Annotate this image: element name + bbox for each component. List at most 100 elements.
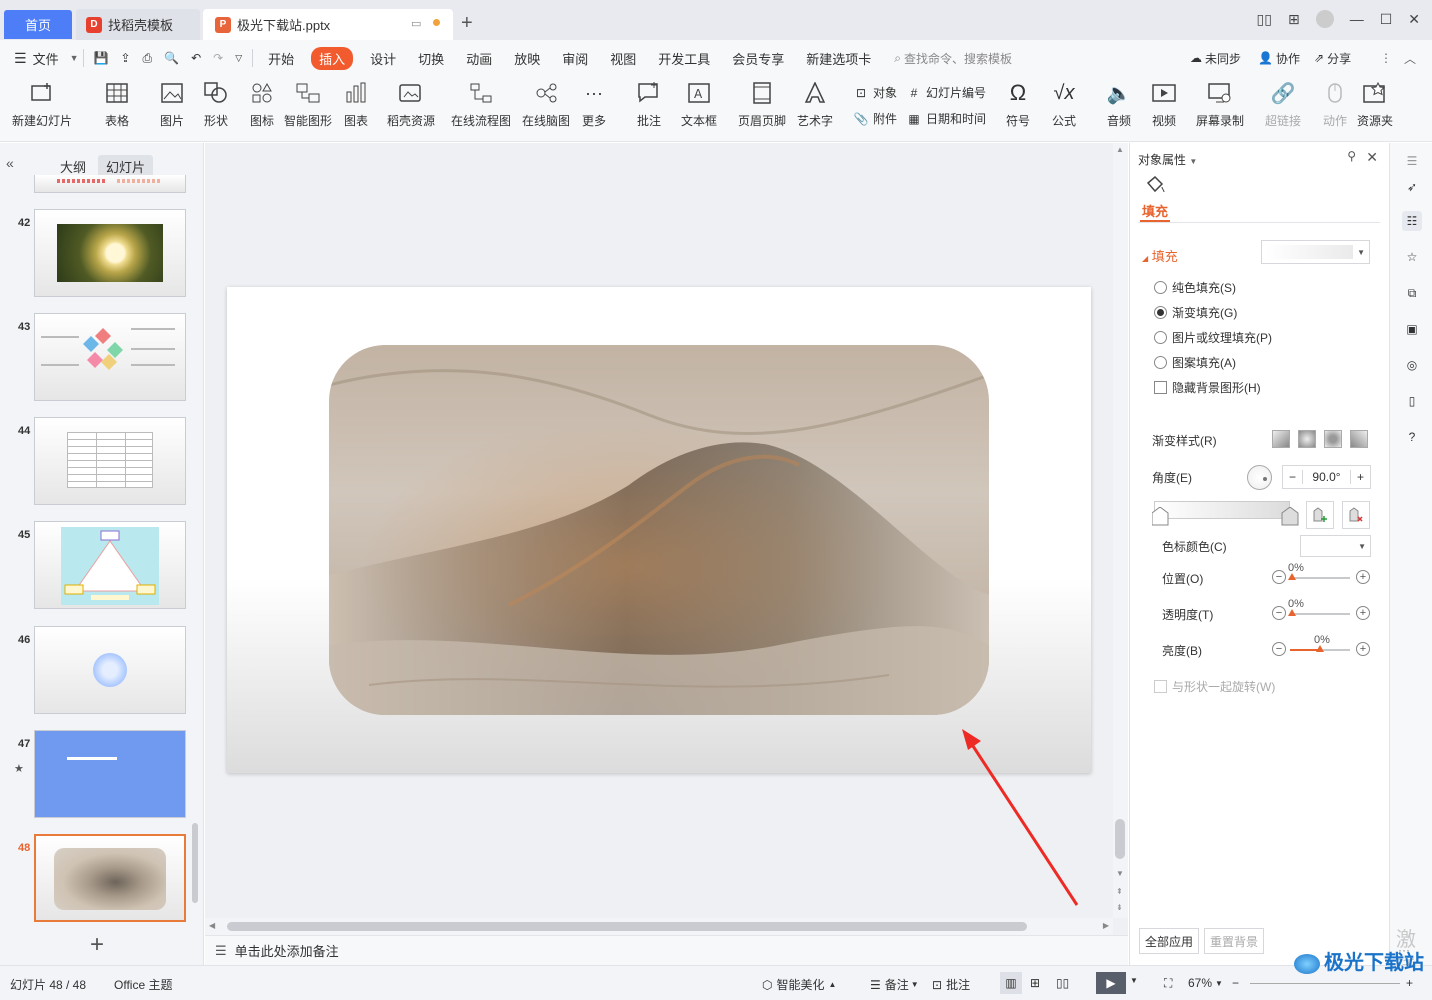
picture-button[interactable]: 图片 xyxy=(159,80,185,129)
solid-fill-radio[interactable]: 纯色填充(S) xyxy=(1154,279,1236,296)
tab-document[interactable]: P 极光下载站.pptx ▭ xyxy=(203,9,453,40)
tab-docer[interactable]: D 找稻壳模板 xyxy=(76,9,200,40)
slide-thumbnail-44[interactable] xyxy=(34,417,186,505)
sync-button[interactable]: ☁ 未同步 xyxy=(1190,50,1241,67)
hide-bg-checkbox[interactable]: 隐藏背景图形(H) xyxy=(1154,379,1261,396)
slider-handle[interactable] xyxy=(1288,609,1296,616)
fit-window-icon[interactable]: ⛶ xyxy=(1164,976,1172,991)
props-title[interactable]: 对象属性 ▼ xyxy=(1138,151,1197,168)
hyperlink-button[interactable]: 🔗 超链接 xyxy=(1265,80,1301,129)
tab-fill[interactable]: 填充 xyxy=(1142,201,1168,220)
slide-thumbnail-45[interactable] xyxy=(34,521,186,609)
menu-file[interactable]: 文件 xyxy=(33,49,59,68)
brightness-minus-button[interactable]: − xyxy=(1272,642,1286,656)
transparency-slider[interactable] xyxy=(1290,613,1350,615)
menu-animation[interactable]: 动画 xyxy=(466,49,492,68)
reading-view-icon[interactable]: ▯▯ xyxy=(1056,976,1069,990)
plus-icon[interactable]: + xyxy=(1350,470,1370,484)
avatar[interactable] xyxy=(1315,10,1334,28)
symbol-button[interactable]: Ω 符号 xyxy=(1005,80,1031,129)
collapse-panel-icon[interactable]: « xyxy=(6,155,14,171)
zoom-out-button[interactable]: − xyxy=(1232,976,1239,990)
fill-color-dropdown[interactable]: ▼ xyxy=(1261,240,1370,264)
gradient-linear-option[interactable] xyxy=(1272,430,1290,448)
slide-thumbnail-48[interactable] xyxy=(34,834,186,922)
close-icon[interactable]: ✕ xyxy=(1408,11,1420,28)
gradient-fill-radio[interactable]: 渐变填充(G) xyxy=(1154,304,1237,321)
sidebar-menu-icon[interactable]: ☰ xyxy=(1402,151,1422,171)
transition-icon[interactable]: ⧉ xyxy=(1402,283,1422,303)
sorter-view-icon[interactable]: ⊞ xyxy=(1030,976,1040,990)
minus-icon[interactable]: − xyxy=(1283,470,1303,484)
slide-number-button[interactable]: # 幻灯片编号 xyxy=(906,84,986,101)
smartart-button[interactable]: 智能图形 xyxy=(284,80,332,129)
apply-all-button[interactable]: 全部应用 xyxy=(1139,928,1200,954)
print-icon[interactable]: ⎙ xyxy=(143,51,153,66)
notes-area[interactable]: ☰ 单击此处添加备注 xyxy=(205,935,1128,965)
scroll-left-icon[interactable]: ◀ xyxy=(209,921,215,930)
menu-view[interactable]: 视图 xyxy=(610,49,636,68)
horizontal-scroll-thumb[interactable] xyxy=(227,922,1027,931)
collab-button[interactable]: 👤 协作 xyxy=(1258,50,1300,67)
slide-thumbnail-41[interactable] xyxy=(34,175,186,193)
image-effect-icon[interactable]: ▣ xyxy=(1402,319,1422,339)
reset-background-button[interactable]: 重置背景 xyxy=(1204,928,1265,954)
position-slider[interactable] xyxy=(1290,577,1350,579)
wordart-button[interactable]: 艺术字 xyxy=(797,80,833,129)
layout-icon[interactable]: ▯▯ xyxy=(1257,11,1272,28)
help-icon[interactable]: ? xyxy=(1402,427,1422,447)
menu-start[interactable]: 开始 xyxy=(268,49,294,68)
gradient-rect-option[interactable] xyxy=(1324,430,1342,448)
normal-view-icon[interactable]: ▥ xyxy=(1000,972,1022,994)
gradient-stops[interactable] xyxy=(1152,507,1312,529)
minimize-icon[interactable]: — xyxy=(1350,11,1364,27)
rotate-with-shape-checkbox[interactable]: 与形状一起旋转(W) xyxy=(1154,678,1275,695)
comment-toggle-button[interactable]: ⊡ 批注 xyxy=(932,976,970,993)
preview-icon[interactable]: 🔍 xyxy=(164,51,179,65)
scroll-down-icon[interactable]: ▼ xyxy=(1116,869,1124,878)
redo-icon[interactable]: ↷ xyxy=(213,51,223,65)
stop-color-dropdown[interactable]: ▼ xyxy=(1300,535,1371,557)
remove-stop-button[interactable] xyxy=(1342,501,1370,529)
menu-review[interactable]: 审阅 xyxy=(562,49,588,68)
theme-name[interactable]: Office 主题 xyxy=(114,976,172,993)
action-button[interactable]: 动作 xyxy=(1322,80,1348,129)
star-icon[interactable]: ☆ xyxy=(1402,247,1422,267)
attachment-button[interactable]: 📎 附件 xyxy=(853,110,898,127)
export-icon[interactable]: ⇪ xyxy=(120,51,130,65)
quick-access-chevron-icon[interactable]: ▽ xyxy=(235,53,242,64)
more-icon[interactable]: ⋮ xyxy=(1380,51,1392,65)
navigation-icon[interactable]: ◎ xyxy=(1402,355,1422,375)
undo-icon[interactable]: ↶ xyxy=(191,51,201,65)
collapse-ribbon-icon[interactable]: ︿ xyxy=(1404,50,1416,67)
menu-insert[interactable]: 插入 xyxy=(311,46,354,70)
slide-thumbnail-43[interactable] xyxy=(34,313,186,401)
thumbnail-scrollbar[interactable] xyxy=(192,823,198,903)
menu-design[interactable]: 设计 xyxy=(370,49,396,68)
textbox-button[interactable]: A 文本框 xyxy=(681,80,717,129)
search-box[interactable]: ⌕ 查找命令、搜索模板 xyxy=(894,50,1012,67)
audio-button[interactable]: 🔈 音频 xyxy=(1106,80,1132,129)
date-time-button[interactable]: ▦ 日期和时间 xyxy=(906,110,986,127)
pattern-fill-radio[interactable]: 图案填充(A) xyxy=(1154,354,1236,371)
position-minus-button[interactable]: − xyxy=(1272,570,1286,584)
gradient-path-option[interactable] xyxy=(1350,430,1368,448)
slider-handle[interactable] xyxy=(1288,573,1296,580)
next-slide-icon[interactable]: ⇟ xyxy=(1116,903,1123,912)
transparency-plus-button[interactable]: + xyxy=(1356,606,1370,620)
vertical-scrollbar[interactable]: ▲ ▼ ⇞ ⇟ xyxy=(1113,143,1128,918)
position-plus-button[interactable]: + xyxy=(1356,570,1370,584)
slider-handle[interactable] xyxy=(1316,645,1324,652)
screen-record-button[interactable]: 屏幕录制 xyxy=(1196,80,1244,129)
monitor-icon[interactable]: ▭ xyxy=(411,17,421,30)
tab-home[interactable]: 首页 xyxy=(4,10,72,39)
scroll-up-icon[interactable]: ▲ xyxy=(1116,145,1124,154)
brightness-plus-button[interactable]: + xyxy=(1356,642,1370,656)
notes-toggle-button[interactable]: ☰ 备注 ▼ xyxy=(870,976,919,993)
resource-folder-button[interactable]: 资源夹 xyxy=(1357,80,1393,129)
shape-button[interactable]: 形状 xyxy=(203,80,229,129)
menu-slideshow[interactable]: 放映 xyxy=(514,49,540,68)
prev-slide-icon[interactable]: ⇞ xyxy=(1116,887,1123,896)
docer-resource-button[interactable]: 稻壳资源 xyxy=(387,80,435,129)
header-footer-button[interactable]: 页眉页脚 xyxy=(738,80,786,129)
